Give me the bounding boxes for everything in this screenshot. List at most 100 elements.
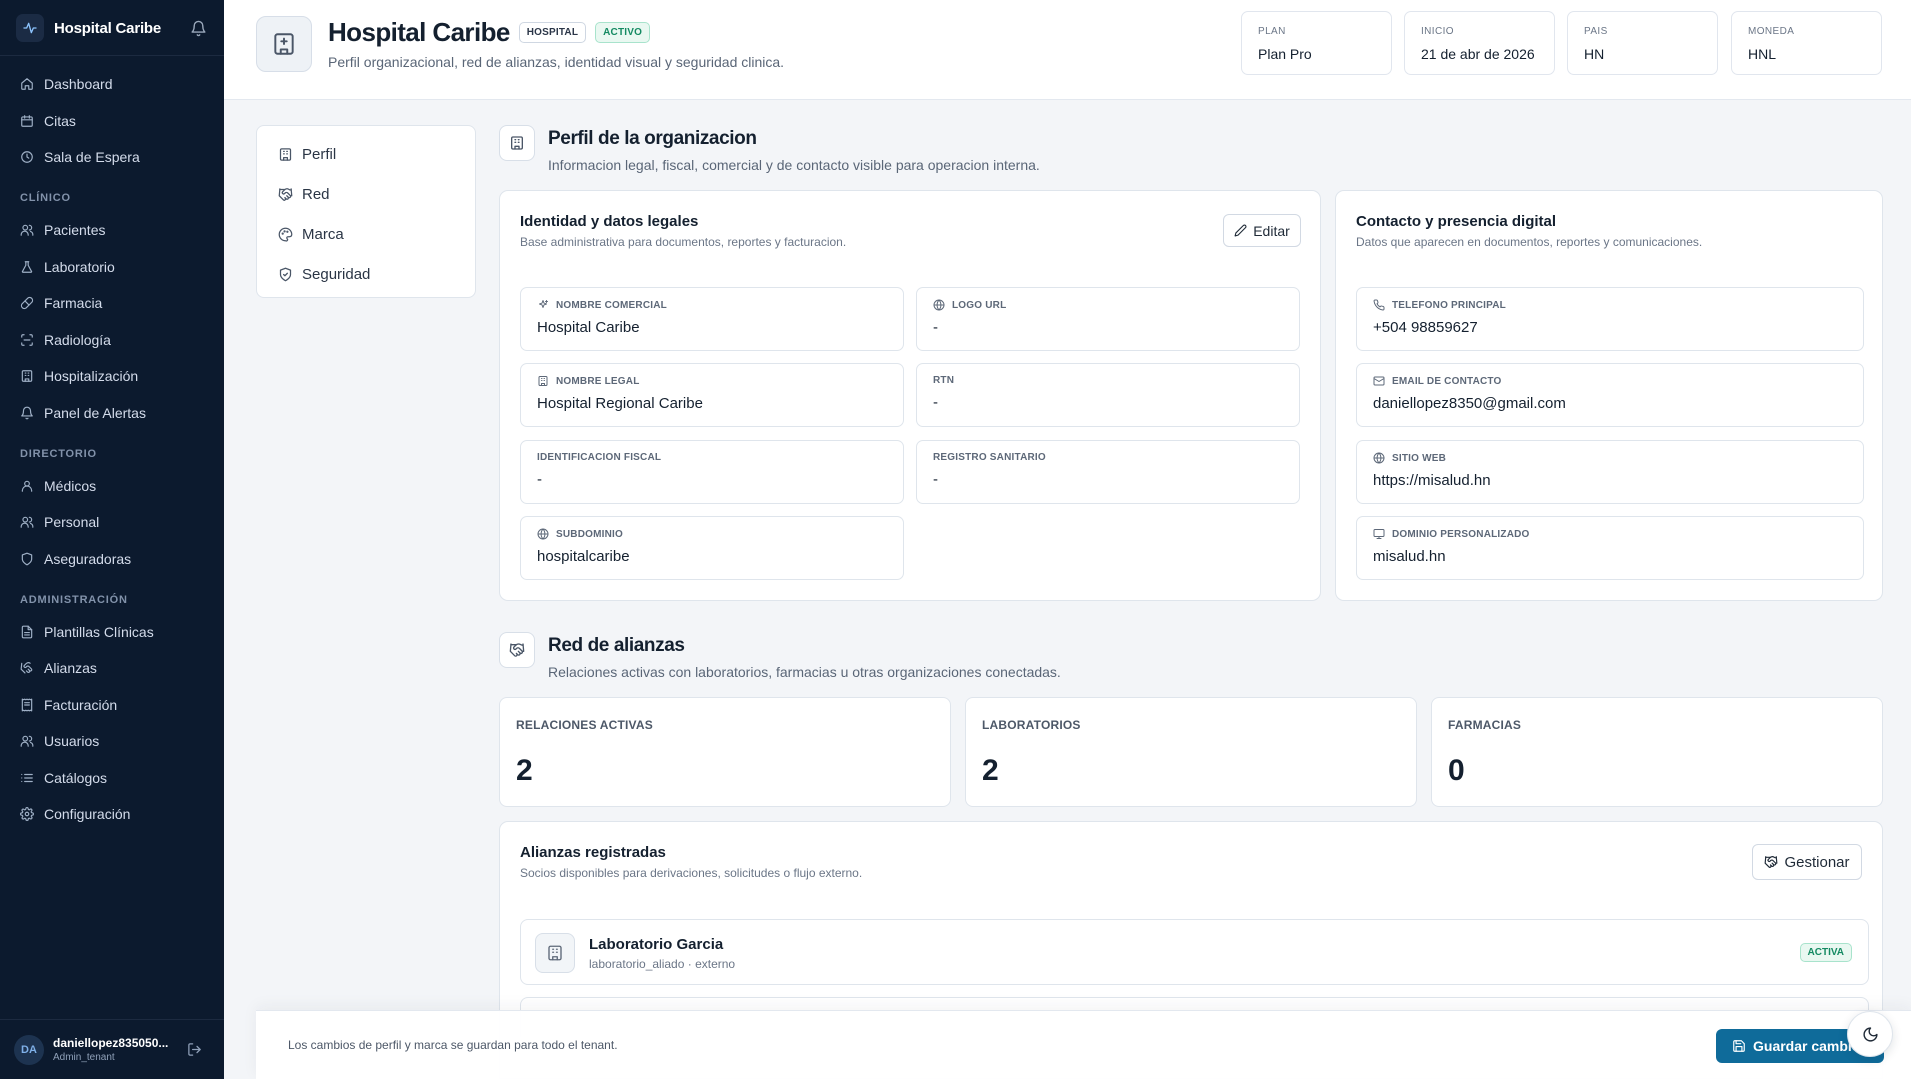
field-label: DOMINIO PERSONALIZADO — [1392, 528, 1530, 540]
sidebar-item[interactable]: Catálogos — [0, 760, 224, 797]
alliance-name: Laboratorio Garcia — [589, 936, 724, 953]
sidebar-item[interactable]: Pacientes — [0, 212, 224, 249]
field-rtn[interactable]: RTN - — [916, 363, 1300, 427]
stat-label: LABORATORIOS — [982, 718, 1081, 732]
avatar[interactable]: DA — [14, 1034, 44, 1065]
meta-value: 21 de abr de 2026 — [1421, 46, 1535, 62]
field-phone[interactable]: TELEFONO PRINCIPAL +504 98859627 — [1356, 287, 1864, 351]
field-value: Hospital Caribe — [537, 319, 640, 336]
tab-security[interactable]: Seguridad — [257, 254, 475, 294]
logout-icon[interactable] — [187, 1042, 202, 1057]
manage-alliances-button[interactable]: Gestionar — [1752, 844, 1862, 880]
sidebar-item-label: Catálogos — [44, 769, 108, 786]
field-legal-name[interactable]: NOMBRE LEGAL Hospital Regional Caribe — [520, 363, 904, 427]
receipt-icon — [20, 698, 44, 712]
tab-network[interactable]: Red — [257, 174, 475, 214]
sidebar-item[interactable]: Dashboard — [0, 66, 224, 103]
sidebar-item[interactable]: Médicos — [0, 468, 224, 505]
list-icon — [20, 771, 44, 785]
status-badge: ACTIVA — [1799, 943, 1852, 962]
mail-icon — [1373, 375, 1392, 387]
handshake-icon — [1764, 855, 1784, 869]
building-icon — [20, 369, 44, 383]
network-section-title: Red de alianzas — [548, 635, 685, 656]
shield-icon — [20, 552, 44, 566]
building-icon — [537, 375, 556, 387]
sparkle-icon — [537, 299, 556, 311]
field-value: misalud.hn — [1373, 548, 1446, 565]
building-icon — [499, 125, 535, 161]
field-trade-name[interactable]: NOMBRE COMERCIAL Hospital Caribe — [520, 287, 904, 351]
sidebar-item-label: Usuarios — [44, 733, 100, 750]
hospital-icon — [256, 16, 312, 72]
field-email[interactable]: EMAIL DE CONTACTO daniellopez8350@gmail.… — [1356, 363, 1864, 427]
handshake-icon — [499, 632, 535, 668]
notifications-bell-icon[interactable] — [188, 18, 208, 38]
sidebar-item[interactable]: Facturación — [0, 687, 224, 724]
stat-label: FARMACIAS — [1448, 718, 1522, 732]
sidebar-item[interactable]: Plantillas Clínicas — [0, 614, 224, 651]
meta-currency: MONEDA HNL — [1731, 11, 1882, 75]
theme-toggle-button[interactable] — [1847, 1011, 1893, 1057]
sidebar-item[interactable]: Sala de Espera — [0, 139, 224, 176]
list-item[interactable]: Laboratorio Garcia laboratorio_aliado · … — [520, 919, 1869, 985]
sidebar-item[interactable]: Configuración — [0, 796, 224, 833]
org-type-badge: HOSPITAL — [518, 22, 587, 43]
card-subtitle: Datos que aparecen en documentos, report… — [1356, 235, 1703, 249]
meta-label: PLAN — [1258, 26, 1286, 37]
palette-icon — [278, 227, 302, 242]
save-icon — [1732, 1039, 1753, 1053]
field-subdomain[interactable]: SUBDOMINIO hospitalcaribe — [520, 516, 904, 580]
sidebar-item[interactable]: Citas — [0, 103, 224, 140]
sidebar-divider — [0, 55, 224, 56]
sidebar-item[interactable]: Aseguradoras — [0, 541, 224, 578]
building-icon — [535, 933, 575, 973]
stat-label: RELACIONES ACTIVAS — [516, 718, 653, 732]
sidebar-nav: Dashboard Citas Sala de Espera CLÍNICO Pacie… — [0, 66, 224, 833]
edit-button[interactable]: Editar — [1223, 214, 1301, 247]
field-tax-id[interactable]: IDENTIFICACION FISCAL - — [520, 440, 904, 504]
tab-profile[interactable]: Perfil — [257, 134, 475, 174]
meta-country: PAIS HN — [1567, 11, 1718, 75]
sidebar-item[interactable]: Farmacia — [0, 285, 224, 322]
sidebar: Hospital Caribe Dashboard Citas Sala de Es… — [0, 0, 224, 1079]
field-label: EMAIL DE CONTACTO — [1392, 375, 1502, 387]
sidebar-item[interactable]: Radiología — [0, 322, 224, 359]
sidebar-item-label: Sala de Espera — [44, 149, 140, 166]
sidebar-item[interactable]: Personal — [0, 504, 224, 541]
settings-tabs: Perfil Red Marca Seguridad — [256, 125, 476, 298]
sidebar-item-label: Facturación — [44, 696, 118, 713]
field-label: SUBDOMINIO — [556, 528, 623, 540]
stat-value: 0 — [1448, 754, 1465, 787]
footer-note: Los cambios de perfil y marca se guardan… — [288, 1038, 618, 1052]
sidebar-item-label: Configuración — [44, 806, 131, 823]
sidebar-section-label: ADMINISTRACIÓN — [20, 593, 128, 606]
contact-card: Contacto y presencia digital Datos que a… — [1335, 190, 1883, 601]
field-value: hospitalcaribe — [537, 548, 630, 565]
field-website[interactable]: SITIO WEB https://misalud.hn — [1356, 440, 1864, 504]
handshake-icon — [20, 661, 44, 675]
sidebar-item[interactable]: Hospitalización — [0, 358, 224, 395]
sidebar-item[interactable]: Laboratorio — [0, 249, 224, 286]
tab-brand[interactable]: Marca — [257, 214, 475, 254]
field-label: NOMBRE COMERCIAL — [556, 299, 667, 311]
sidebar-item[interactable]: Alianzas — [0, 650, 224, 687]
field-custom-domain[interactable]: DOMINIO PERSONALIZADO misalud.hn — [1356, 516, 1864, 580]
field-label: NOMBRE LEGAL — [556, 375, 640, 387]
field-logo-url[interactable]: LOGO URL - — [916, 287, 1300, 351]
sidebar-item[interactable]: Panel de Alertas — [0, 395, 224, 432]
field-value: https://misalud.hn — [1373, 472, 1491, 489]
sidebar-item-label: Citas — [44, 112, 76, 129]
field-value: daniellopez8350@gmail.com — [1373, 395, 1566, 412]
meta-start-date: INICIO 21 de abr de 2026 — [1404, 11, 1555, 75]
sidebar-item-label: Aseguradoras — [44, 550, 132, 567]
sidebar-item[interactable]: Usuarios — [0, 723, 224, 760]
field-health-registry[interactable]: REGISTRO SANITARIO - — [916, 440, 1300, 504]
globe-icon — [537, 528, 556, 540]
page-title: Hospital Caribe — [328, 17, 510, 47]
profile-section-subtitle: Informacion legal, fiscal, comercial y d… — [548, 157, 1040, 173]
user-name: daniellopez835050... — [53, 1036, 169, 1050]
sidebar-item-label: Hospitalización — [44, 368, 139, 385]
handshake-icon — [278, 187, 302, 202]
field-value: - — [537, 471, 542, 488]
